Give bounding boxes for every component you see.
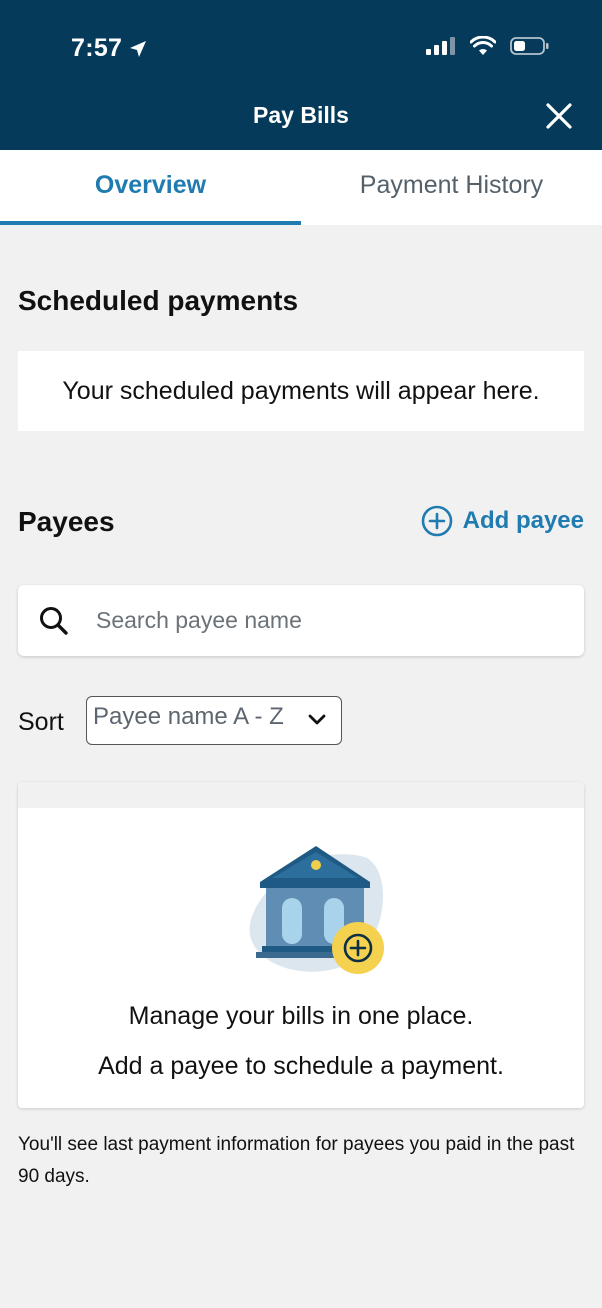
sort-selected-value: Payee name A - Z xyxy=(93,702,284,730)
scheduled-empty-message: Your scheduled payments will appear here… xyxy=(62,376,540,405)
signal-icon xyxy=(426,37,455,55)
scheduled-payments-title: Scheduled payments xyxy=(18,285,299,316)
sort-label: Sort xyxy=(18,708,64,736)
battery-icon xyxy=(510,37,549,55)
empty-state-line1: Manage your bills in one place. xyxy=(128,1002,474,1030)
chevron-down-icon xyxy=(308,714,326,725)
status-time: 7:57 xyxy=(71,34,148,63)
add-payee-label: Add payee xyxy=(462,507,584,534)
add-payee-button[interactable]: Add payee xyxy=(421,505,584,537)
wifi-icon xyxy=(470,36,496,55)
payee-search-box xyxy=(18,585,584,656)
empty-state-line2: Add a payee to schedule a payment. xyxy=(98,1052,504,1080)
search-icon xyxy=(40,606,68,635)
sort-select[interactable]: Payee name A - Z xyxy=(86,696,342,745)
close-icon[interactable] xyxy=(544,101,574,131)
tab-payment-history[interactable]: Payment History xyxy=(301,150,602,225)
status-icons xyxy=(426,36,550,56)
tab-bar: Overview Payment History xyxy=(0,150,602,225)
page-title: Pay Bills xyxy=(253,102,349,128)
payees-title: Payees xyxy=(18,506,115,537)
app-header: 7:57 Pay Bills xyxy=(0,0,602,150)
scheduled-payments-empty: Your scheduled payments will appear here… xyxy=(18,351,584,431)
location-arrow-icon xyxy=(130,40,147,57)
search-input[interactable] xyxy=(96,607,536,634)
tab-overview[interactable]: Overview xyxy=(0,150,301,225)
plus-circle-icon xyxy=(421,505,452,537)
payees-empty-card: Manage your bills in one place. Add a pa… xyxy=(18,782,584,1108)
payment-info-footnote: You'll see last payment information for … xyxy=(18,1134,575,1187)
bank-add-icon xyxy=(249,846,384,974)
